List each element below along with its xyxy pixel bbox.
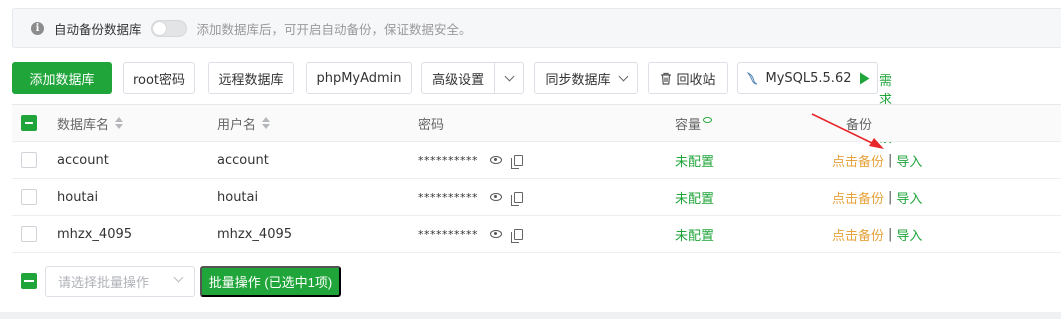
add-database-button[interactable]: 添加数据库 xyxy=(12,62,112,94)
row-checkbox[interactable] xyxy=(21,226,37,242)
trash-icon xyxy=(661,72,672,85)
db-backup-cell: 点击备份 | 导入 xyxy=(832,216,922,252)
eye-icon[interactable] xyxy=(490,193,502,201)
sync-database-dropdown[interactable]: 同步数据库 xyxy=(534,62,638,94)
db-password-cell: ********** xyxy=(418,179,523,215)
copy-icon[interactable] xyxy=(511,154,523,169)
chevron-down-icon xyxy=(504,71,515,81)
select-all-checkbox[interactable] xyxy=(21,115,37,131)
dropdown-toggle[interactable] xyxy=(495,71,523,81)
phpmyadmin-button[interactable]: phpMyAdmin xyxy=(306,62,412,94)
sort-icon xyxy=(115,117,124,129)
remote-database-button[interactable]: 远程数据库 xyxy=(208,62,294,94)
db-password-cell: ********** xyxy=(418,216,523,252)
header-password: 密码 xyxy=(418,117,445,133)
sort-icon xyxy=(262,117,271,129)
auto-backup-hint: 添加数据库后，可开启自动备份，保证数据安全。 xyxy=(196,21,472,37)
eye-icon[interactable] xyxy=(490,156,502,164)
link-separator: | xyxy=(888,226,893,242)
link-separator: | xyxy=(888,189,893,205)
copy-icon[interactable] xyxy=(511,228,523,243)
db-password: ********** xyxy=(418,153,478,167)
table-row: account account ********** 未配置 点击备份 | 导入 xyxy=(12,142,1061,179)
eye-icon[interactable] xyxy=(703,117,713,123)
root-password-button[interactable]: root密码 xyxy=(123,62,195,94)
import-link[interactable]: 导入 xyxy=(896,188,922,207)
advanced-settings-dropdown[interactable]: 高级设置 xyxy=(421,62,524,94)
row-checkbox[interactable] xyxy=(21,189,37,205)
db-name: houtai xyxy=(57,189,99,205)
mysql-version-button[interactable]: MySQL5.5.62 xyxy=(737,62,878,94)
recycle-bin-button[interactable]: 回收站 xyxy=(648,62,728,94)
info-icon: i xyxy=(31,21,44,35)
chevron-down-icon xyxy=(173,272,184,283)
db-password-cell: ********** xyxy=(418,142,523,178)
auto-backup-label: 自动备份数据库 xyxy=(54,21,142,37)
recycle-bin-label: 回收站 xyxy=(676,72,716,88)
batch-operation-select[interactable]: 请选择批量操作 xyxy=(45,266,195,297)
header-user-label: 用户名 xyxy=(217,117,257,133)
import-link[interactable]: 导入 xyxy=(896,225,922,244)
batch-select-placeholder: 请选择批量操作 xyxy=(58,276,150,291)
db-capacity[interactable]: 未配置 xyxy=(675,179,714,215)
header-name-label: 数据库名 xyxy=(57,117,110,133)
header-name[interactable]: 数据库名 xyxy=(57,105,124,141)
mysql-version-label: MySQL5.5.62 xyxy=(765,70,852,86)
table-row: mhzx_4095 mhzx_4095 ********** 未配置 点击备份 … xyxy=(12,216,1061,253)
link-separator: | xyxy=(888,152,893,168)
sync-database-label: 同步数据库 xyxy=(545,72,611,88)
copy-icon[interactable] xyxy=(511,191,523,206)
table-header: 数据库名 用户名 密码 容量 备份 xyxy=(12,105,1061,142)
header-backup: 备份 xyxy=(846,117,873,133)
backup-link[interactable]: 点击备份 xyxy=(832,188,884,207)
batch-operation-button[interactable]: 批量操作 (已选中1项) xyxy=(200,266,341,297)
database-table: 数据库名 用户名 密码 容量 备份 account account ******… xyxy=(12,104,1061,253)
play-icon xyxy=(859,72,869,84)
database-panel: i 自动备份数据库 添加数据库后，可开启自动备份，保证数据安全。 添加数据库 r… xyxy=(0,0,1061,312)
eye-icon[interactable] xyxy=(490,230,502,238)
batch-select-checkbox[interactable] xyxy=(21,273,37,289)
advanced-settings-label: 高级设置 xyxy=(432,72,485,88)
db-user: mhzx_4095 xyxy=(217,226,293,242)
header-capacity: 容量 xyxy=(675,105,713,141)
db-password: ********** xyxy=(418,190,478,204)
db-password: ********** xyxy=(418,227,478,241)
mysql-dolphin-icon xyxy=(746,71,757,85)
db-name: mhzx_4095 xyxy=(57,226,133,242)
row-checkbox[interactable] xyxy=(21,152,37,168)
auto-backup-notice: i 自动备份数据库 添加数据库后，可开启自动备份，保证数据安全。 xyxy=(12,8,1061,48)
db-capacity[interactable]: 未配置 xyxy=(675,142,714,178)
db-backup-cell: 点击备份 | 导入 xyxy=(832,179,922,215)
db-capacity[interactable]: 未配置 xyxy=(675,216,714,252)
backup-link[interactable]: 点击备份 xyxy=(832,151,884,170)
db-user: houtai xyxy=(217,189,259,205)
auto-backup-toggle[interactable] xyxy=(150,19,187,37)
import-link[interactable]: 导入 xyxy=(896,151,922,170)
header-user[interactable]: 用户名 xyxy=(217,105,271,141)
db-backup-cell: 点击备份 | 导入 xyxy=(832,142,922,178)
header-capacity-label: 容量 xyxy=(675,117,702,133)
backup-link[interactable]: 点击备份 xyxy=(832,225,884,244)
db-name: account xyxy=(57,152,109,168)
db-user: account xyxy=(217,152,269,168)
table-row: houtai houtai ********** 未配置 点击备份 | 导入 xyxy=(12,179,1061,216)
chevron-down-icon xyxy=(618,71,628,81)
toggle-knob xyxy=(152,21,166,35)
